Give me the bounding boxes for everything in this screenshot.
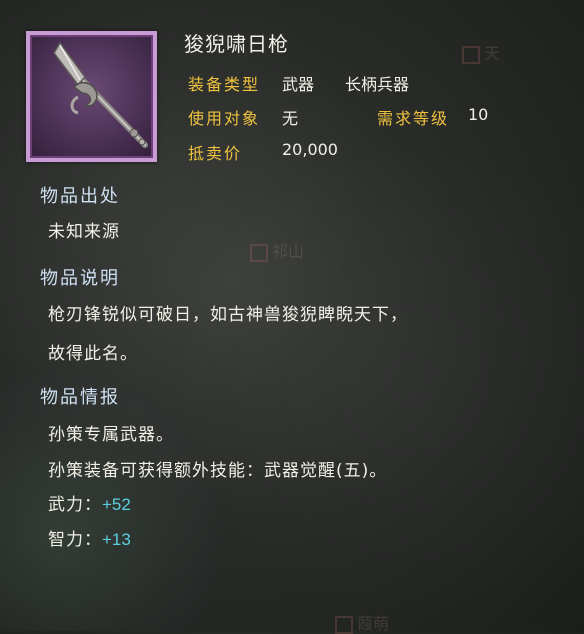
stat-intellect-label: 智力： [48,530,102,550]
price-value: 20,000 [282,140,338,159]
level-value: 10 [468,105,489,124]
user-label: 使用对象 [188,109,261,128]
type-label: 装备类型 [188,75,261,94]
description-line-1: 枪刃锋锐似可破日，如古神兽狻猊睥睨天下， [48,305,408,325]
stat-intellect-value: +13 [102,530,131,549]
stat-strength-value: +52 [102,495,131,514]
price-label: 抵卖价 [188,144,243,163]
type-sub: 长柄兵器 [345,75,410,94]
item-icon-frame[interactable] [26,31,157,162]
info-line-1: 孙策专属武器。 [48,425,174,445]
type-row: 装备类型 [188,71,260,95]
watermark-bottom: 葭萌 [335,610,389,634]
stat-strength-label: 武力： [48,495,102,515]
description-line-2: 故得此名。 [48,344,138,364]
watermark-top: 天 [462,40,500,64]
user-row: 使用对象 [188,105,260,129]
stat-strength: 武力：+52 [48,490,131,515]
type-value: 武器 [282,75,315,94]
origin-text: 未知来源 [48,222,120,242]
info-line-2: 孙策装备可获得额外技能：武器觉醒(五)。 [48,461,388,481]
item-name: 狻猊啸日枪 [184,32,289,56]
watermark-middle: 祁山 [250,238,304,262]
spear-icon [53,41,148,148]
description-title: 物品说明 [40,268,120,289]
level-label: 需求等级 [377,109,450,128]
info-title: 物品情报 [40,387,120,408]
user-value: 无 [282,109,299,128]
origin-title: 物品出处 [40,186,120,207]
stat-intellect: 智力：+13 [48,525,131,550]
